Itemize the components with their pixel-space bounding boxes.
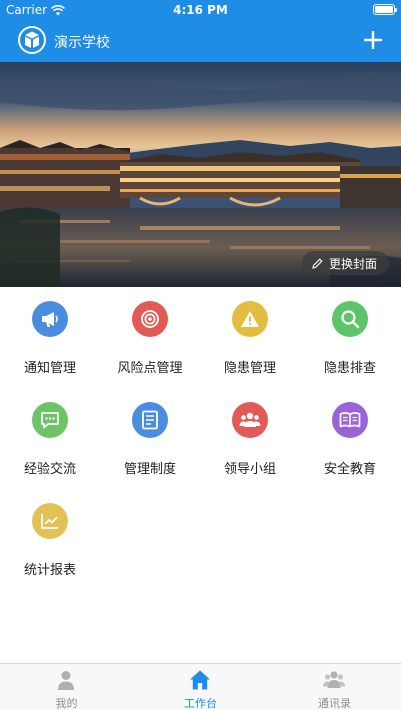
chart-icon bbox=[32, 503, 68, 539]
status-bar: Carrier 4:16 PM bbox=[0, 0, 401, 20]
grid-item-risk-points[interactable]: 风险点管理 bbox=[100, 287, 200, 387]
home-icon bbox=[190, 670, 210, 690]
change-cover-label: 更换封面 bbox=[328, 256, 377, 271]
contacts-icon bbox=[323, 671, 345, 688]
grid-item-statistics-report[interactable]: 统计报表 bbox=[0, 489, 100, 589]
cover-banner: 更换封面 bbox=[0, 62, 401, 287]
megaphone-icon bbox=[32, 301, 68, 337]
add-button[interactable] bbox=[359, 26, 387, 54]
tab-label: 通讯录 bbox=[318, 697, 351, 710]
tab-label: 工作台 bbox=[184, 697, 217, 710]
search-icon bbox=[332, 301, 368, 337]
grid-item-label: 通知管理 bbox=[23, 361, 76, 376]
grid-item-label: 隐患管理 bbox=[223, 361, 276, 376]
school-logo-icon bbox=[18, 26, 46, 54]
battery-icon bbox=[373, 4, 397, 15]
grid-item-hazard-inspection[interactable]: 隐患排查 bbox=[300, 287, 400, 387]
grid-item-label: 领导小组 bbox=[223, 462, 276, 477]
grid-item-label: 隐患排查 bbox=[323, 361, 376, 376]
grid-item-label: 管理制度 bbox=[123, 462, 176, 477]
tab-contacts[interactable]: 通讯录 bbox=[268, 664, 401, 710]
grid-item-label: 风险点管理 bbox=[117, 361, 183, 376]
clock: 4:16 PM bbox=[173, 3, 228, 17]
grid-item-hazard-management[interactable]: 隐患管理 bbox=[200, 287, 300, 387]
chat-icon bbox=[32, 402, 68, 438]
change-cover-button[interactable]: 更换封面 bbox=[301, 251, 389, 275]
grid-item-regulations[interactable]: 管理制度 bbox=[100, 388, 200, 488]
nav-bar: 演示学校 bbox=[0, 20, 401, 62]
pencil-icon bbox=[312, 257, 323, 269]
grid-item-experience-exchange[interactable]: 经验交流 bbox=[0, 388, 100, 488]
grid-item-leadership-group[interactable]: 领导小组 bbox=[200, 388, 300, 488]
tab-workbench[interactable]: 工作台 bbox=[134, 664, 267, 710]
tab-label: 我的 bbox=[55, 697, 78, 710]
grid-item-notice[interactable]: 通知管理 bbox=[0, 287, 100, 387]
plus-icon bbox=[364, 31, 382, 49]
book-icon bbox=[332, 402, 368, 438]
grid-item-label: 安全教育 bbox=[323, 462, 376, 477]
group-icon bbox=[232, 402, 268, 438]
target-icon bbox=[132, 301, 168, 337]
tab-bar: 我的 工作台 通讯录 bbox=[0, 663, 401, 710]
document-icon bbox=[132, 402, 168, 438]
grid-item-label: 经验交流 bbox=[23, 462, 76, 477]
grid-item-safety-education[interactable]: 安全教育 bbox=[300, 388, 400, 488]
tab-mine[interactable]: 我的 bbox=[0, 664, 133, 710]
person-icon bbox=[58, 671, 74, 690]
app-screen: Carrier 4:16 PM 演示学校 更换封面 通知管理 风险点管理 隐患管… bbox=[0, 0, 401, 710]
warning-icon bbox=[232, 301, 268, 337]
grid-item-label: 统计报表 bbox=[23, 563, 76, 578]
school-title: 演示学校 bbox=[54, 35, 110, 51]
